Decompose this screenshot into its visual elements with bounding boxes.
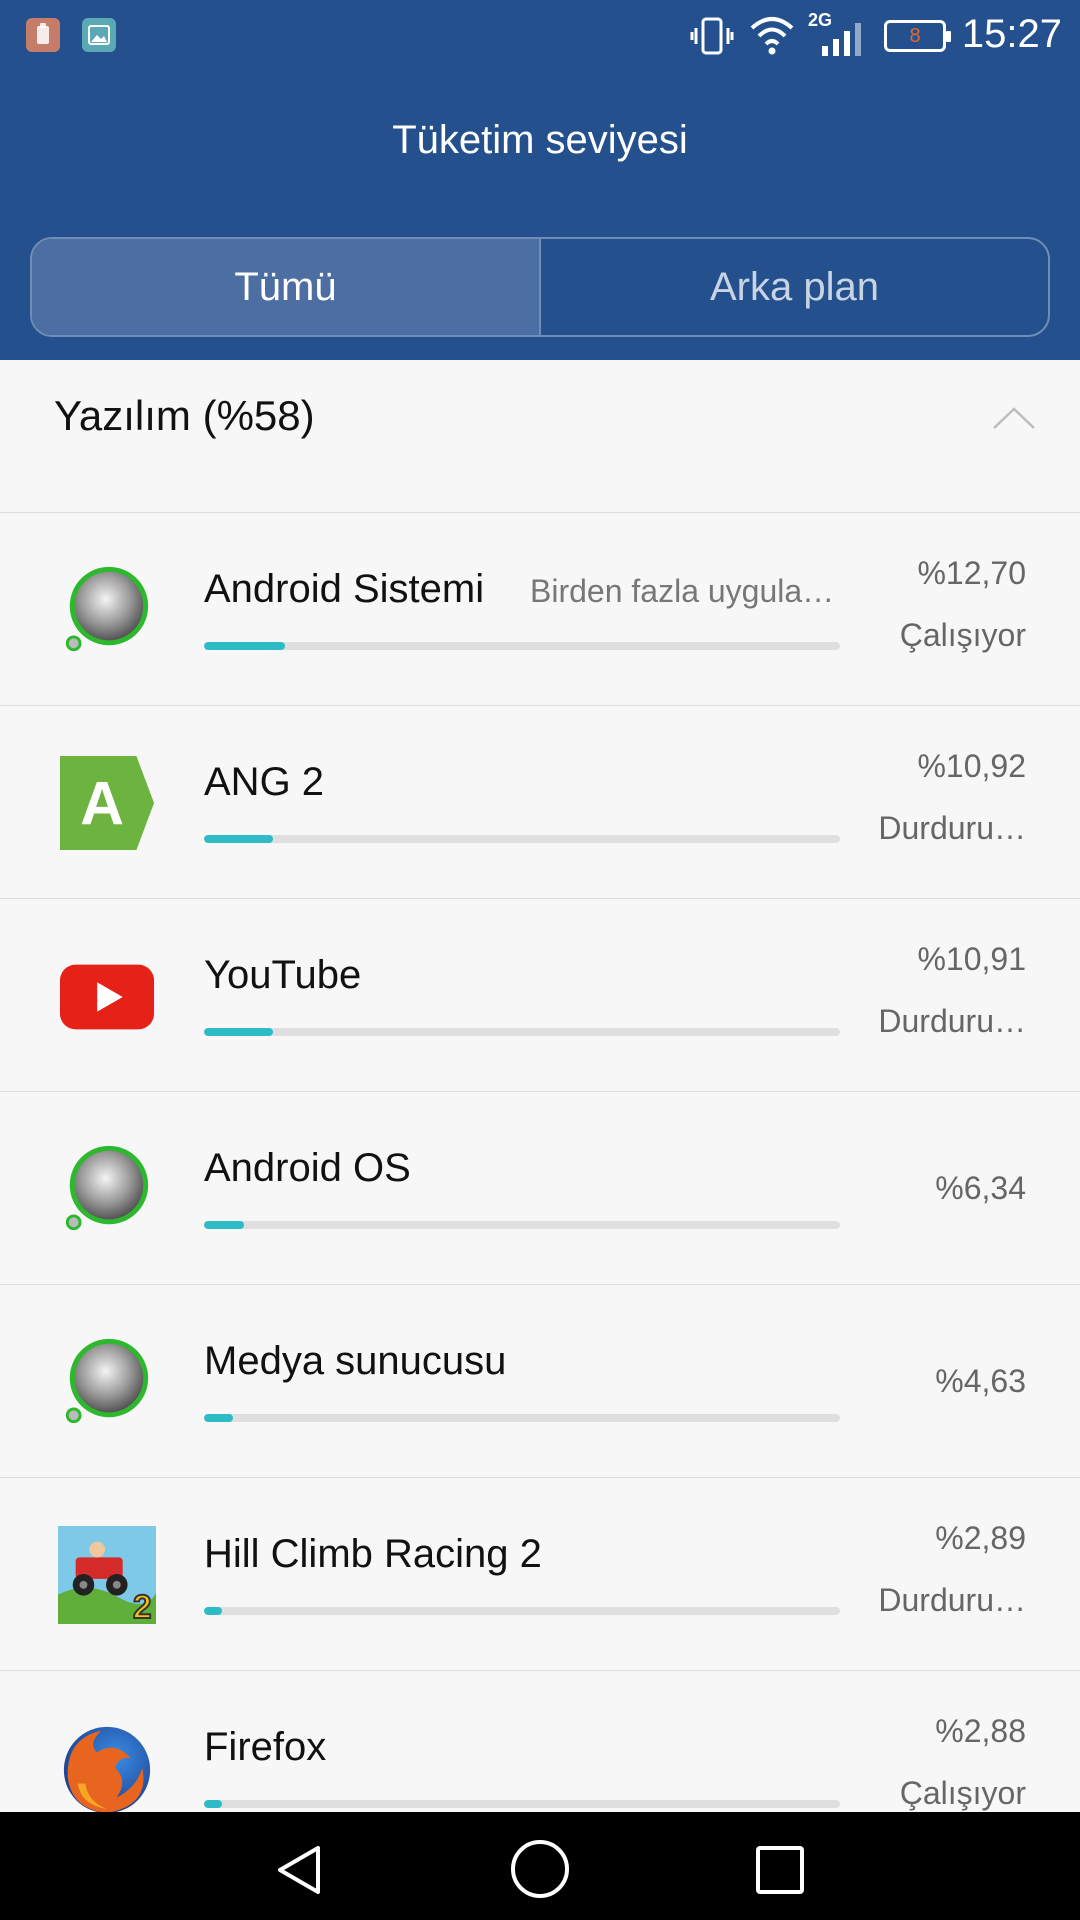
android-system-icon bbox=[65, 566, 149, 652]
gallery-icon bbox=[82, 18, 116, 52]
svg-text:2: 2 bbox=[133, 1589, 152, 1624]
app-state: Çalışıyor bbox=[899, 1775, 1026, 1811]
status-bar: 2G 8 15:27 bbox=[0, 0, 1080, 72]
clipboard-icon bbox=[26, 18, 60, 52]
youtube-icon bbox=[59, 964, 155, 1030]
software-section-header[interactable]: Yazılım (%58) bbox=[0, 360, 1080, 512]
hill-climb-racing-icon: 2 bbox=[58, 1526, 156, 1624]
app-name: Firefox bbox=[204, 1725, 327, 1769]
recents-icon[interactable] bbox=[754, 1844, 806, 1896]
svg-text:A: A bbox=[80, 770, 124, 838]
app-name: ANG 2 bbox=[204, 760, 325, 804]
usage-percent: %6,34 bbox=[935, 1170, 1026, 1206]
firefox-icon bbox=[63, 1726, 151, 1814]
app-row[interactable]: 2 Hill Climb Racing 2 %2,89 Durduru… bbox=[0, 1478, 1080, 1670]
app-state: Durduru… bbox=[878, 1582, 1026, 1618]
tab-background[interactable]: Arka plan bbox=[539, 239, 1048, 335]
usage-bar bbox=[204, 835, 840, 843]
usage-bar-fill bbox=[204, 1607, 223, 1615]
usage-bar-fill bbox=[204, 1800, 223, 1808]
app-row[interactable]: YouTube %10,91 Durduru… bbox=[0, 899, 1080, 1091]
vibrate-icon bbox=[690, 17, 734, 55]
tab-all[interactable]: Tümü bbox=[32, 239, 539, 335]
app-name: Android Sistemi bbox=[204, 567, 485, 611]
chevron-up-icon bbox=[993, 407, 1035, 429]
app-header: 2G 8 15:27 Tüketim seviyesi Tümü Arka pl… bbox=[0, 0, 1080, 360]
usage-percent: %10,92 bbox=[917, 748, 1026, 784]
collapse-button[interactable] bbox=[964, 368, 1064, 468]
usage-percent: %2,88 bbox=[935, 1713, 1026, 1749]
usage-bar-fill bbox=[204, 1028, 274, 1036]
usage-bar-fill bbox=[204, 1221, 245, 1229]
usage-percent: %10,91 bbox=[917, 941, 1026, 977]
usage-bar bbox=[204, 1028, 840, 1036]
usage-bar bbox=[204, 1414, 840, 1422]
wifi-icon bbox=[750, 17, 794, 55]
usage-percent: %4,63 bbox=[935, 1363, 1026, 1399]
navigation-bar bbox=[0, 1812, 1080, 1920]
app-state: Durduru… bbox=[878, 810, 1026, 846]
tab-switcher: Tümü Arka plan bbox=[30, 237, 1050, 337]
usage-bar bbox=[204, 1607, 840, 1615]
ang2-icon: A bbox=[59, 755, 155, 851]
usage-bar bbox=[204, 642, 840, 650]
usage-bar-fill bbox=[204, 835, 274, 843]
signal-icon bbox=[822, 23, 861, 56]
home-icon[interactable] bbox=[509, 1838, 571, 1900]
app-state: Durduru… bbox=[878, 1003, 1026, 1039]
usage-bar bbox=[204, 1800, 840, 1808]
app-name: YouTube bbox=[204, 953, 362, 997]
usage-bar-fill bbox=[204, 1414, 234, 1422]
battery-level: 8 bbox=[909, 24, 921, 47]
app-name: Hill Climb Racing 2 bbox=[204, 1532, 542, 1576]
battery-icon: 8 bbox=[884, 20, 951, 52]
app-name: Medya sunucusu bbox=[204, 1339, 507, 1383]
media-server-icon bbox=[65, 1338, 149, 1424]
usage-percent: %12,70 bbox=[917, 555, 1026, 591]
page-title: Tüketim seviyesi bbox=[392, 118, 688, 162]
app-row[interactable]: Android Sistemi Birden fazla uygula… %12… bbox=[0, 513, 1080, 705]
app-row[interactable]: Medya sunucusu %4,63 bbox=[0, 1285, 1080, 1477]
android-os-icon bbox=[65, 1145, 149, 1231]
usage-bar-fill bbox=[204, 642, 285, 650]
back-icon[interactable] bbox=[270, 1842, 330, 1898]
usage-bar bbox=[204, 1221, 840, 1229]
app-state: Çalışıyor bbox=[899, 617, 1026, 653]
app-name: Android OS bbox=[204, 1146, 411, 1190]
app-row[interactable]: A ANG 2 %10,92 Durduru… bbox=[0, 706, 1080, 898]
section-title: Yazılım (%58) bbox=[54, 392, 315, 439]
app-subtitle: Birden fazla uygula… bbox=[530, 573, 835, 609]
app-row[interactable]: Android OS %6,34 bbox=[0, 1092, 1080, 1284]
clock: 15:27 bbox=[961, 12, 1062, 56]
usage-percent: %2,89 bbox=[935, 1520, 1026, 1556]
